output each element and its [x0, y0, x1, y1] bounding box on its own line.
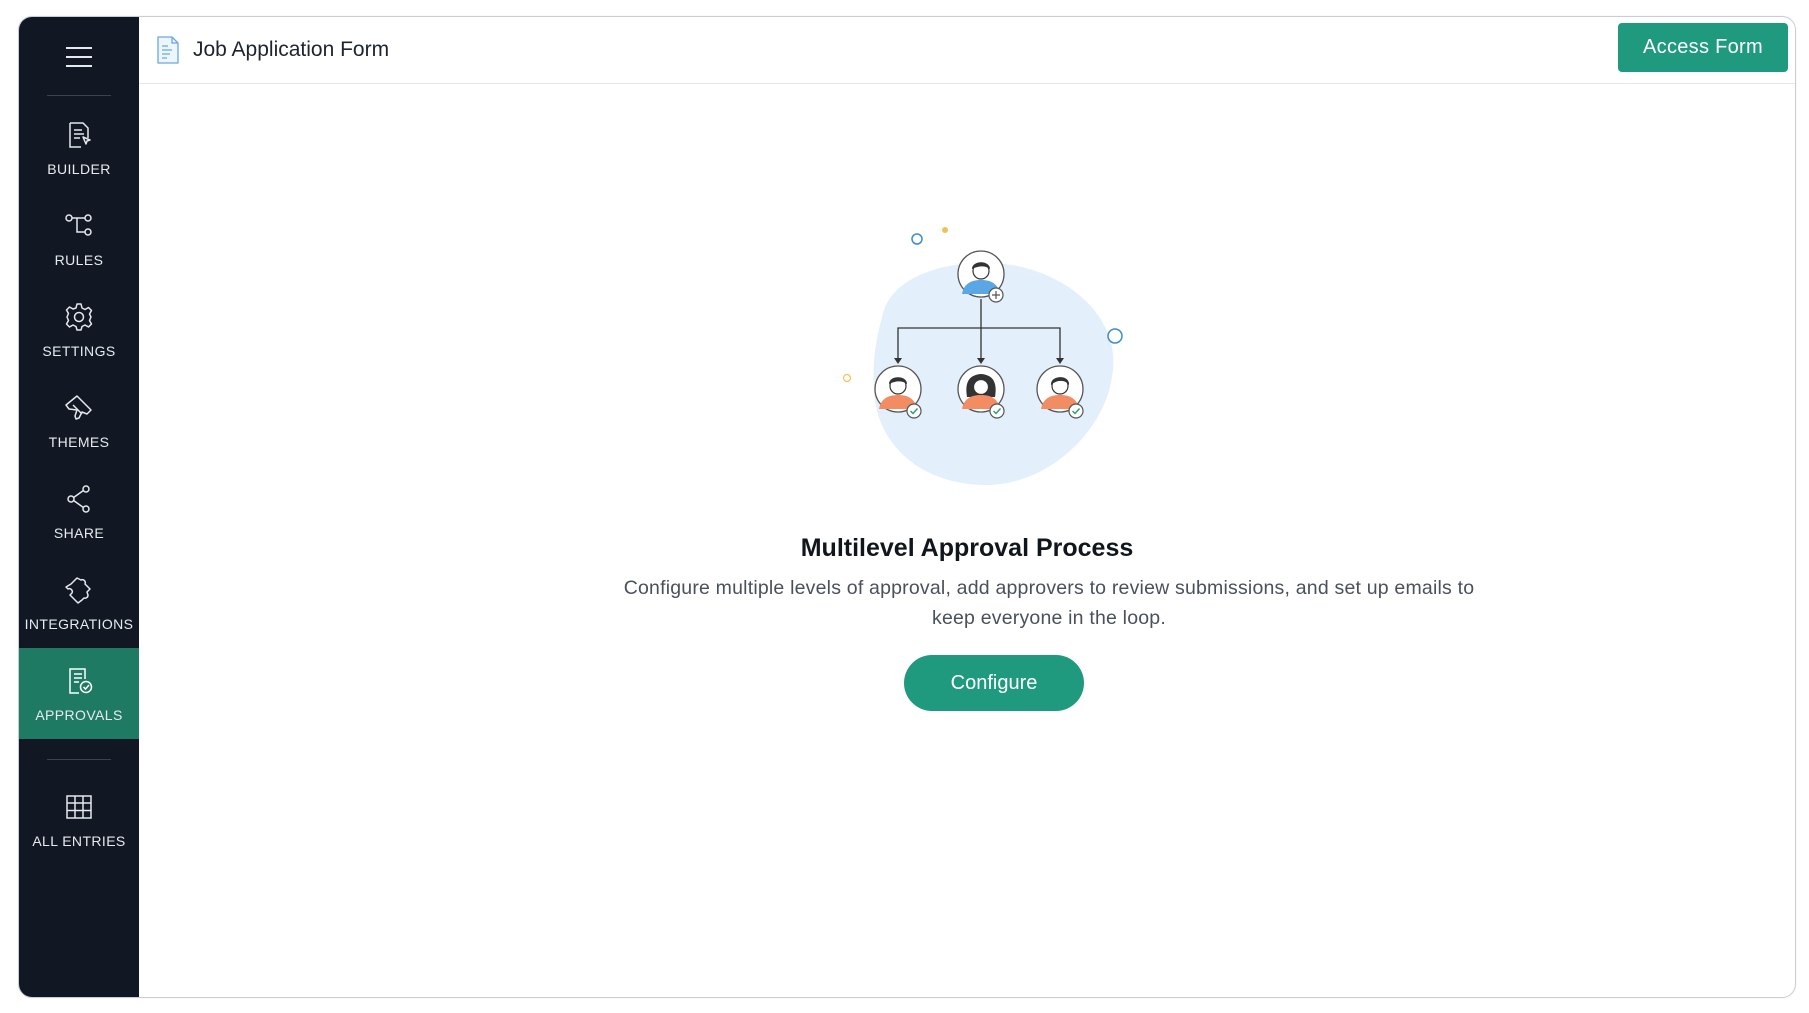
sidebar-item-label: ALL ENTRIES [32, 832, 126, 849]
builder-icon [69, 121, 91, 148]
sidebar-divider [47, 759, 111, 760]
menu-icon [66, 47, 92, 67]
access-form-button[interactable]: Access Form [1618, 23, 1788, 72]
sidebar-item-builder[interactable]: BUILDER [19, 102, 139, 193]
rules-icon [65, 213, 92, 236]
sidebar-item-integrations[interactable]: INTEGRATIONS [19, 557, 139, 648]
sidebar-item-approvals[interactable]: APPROVALS [19, 648, 139, 739]
sidebar-divider [47, 95, 111, 96]
sidebar-item-all-entries[interactable]: ALL ENTRIES [19, 774, 139, 865]
approval-hierarchy-illustration [842, 227, 1123, 486]
configure-button[interactable]: Configure [904, 655, 1084, 711]
share-icon [67, 484, 90, 513]
paint-brush-icon [65, 394, 92, 420]
approval-icon [69, 667, 93, 694]
sidebar-item-label: BUILDER [47, 160, 111, 177]
sidebar-item-rules[interactable]: RULES [19, 193, 139, 284]
page-description: Configure multiple levels of approval, a… [623, 577, 1475, 629]
table-grid-icon [66, 794, 92, 819]
top-bar: Job Application Form Access Form [139, 17, 1795, 84]
app-window: BUILDER RULES SETTINGS THEMES SHARE INTE… [18, 16, 1796, 998]
hamburger-menu-button[interactable] [55, 33, 103, 81]
sidebar-item-label: SETTINGS [42, 342, 116, 359]
gear-icon [65, 302, 93, 331]
form-document-icon [157, 36, 179, 64]
sidebar-item-label: THEMES [48, 433, 110, 450]
sidebar-item-share[interactable]: SHARE [19, 466, 139, 557]
sidebar-item-themes[interactable]: THEMES [19, 375, 139, 466]
puzzle-icon [65, 576, 91, 604]
main-content: Multilevel Approval Process Configure mu… [139, 85, 1795, 997]
page-heading: Multilevel Approval Process [800, 534, 1134, 562]
form-title: Job Application Form [193, 38, 390, 61]
sidebar: BUILDER RULES SETTINGS THEMES SHARE INTE… [19, 17, 139, 997]
sidebar-item-label: RULES [54, 251, 104, 268]
sidebar-item-label: APPROVALS [35, 706, 123, 723]
sidebar-item-label: INTEGRATIONS [24, 615, 134, 632]
sidebar-item-label: SHARE [53, 524, 105, 541]
sidebar-item-settings[interactable]: SETTINGS [19, 284, 139, 375]
